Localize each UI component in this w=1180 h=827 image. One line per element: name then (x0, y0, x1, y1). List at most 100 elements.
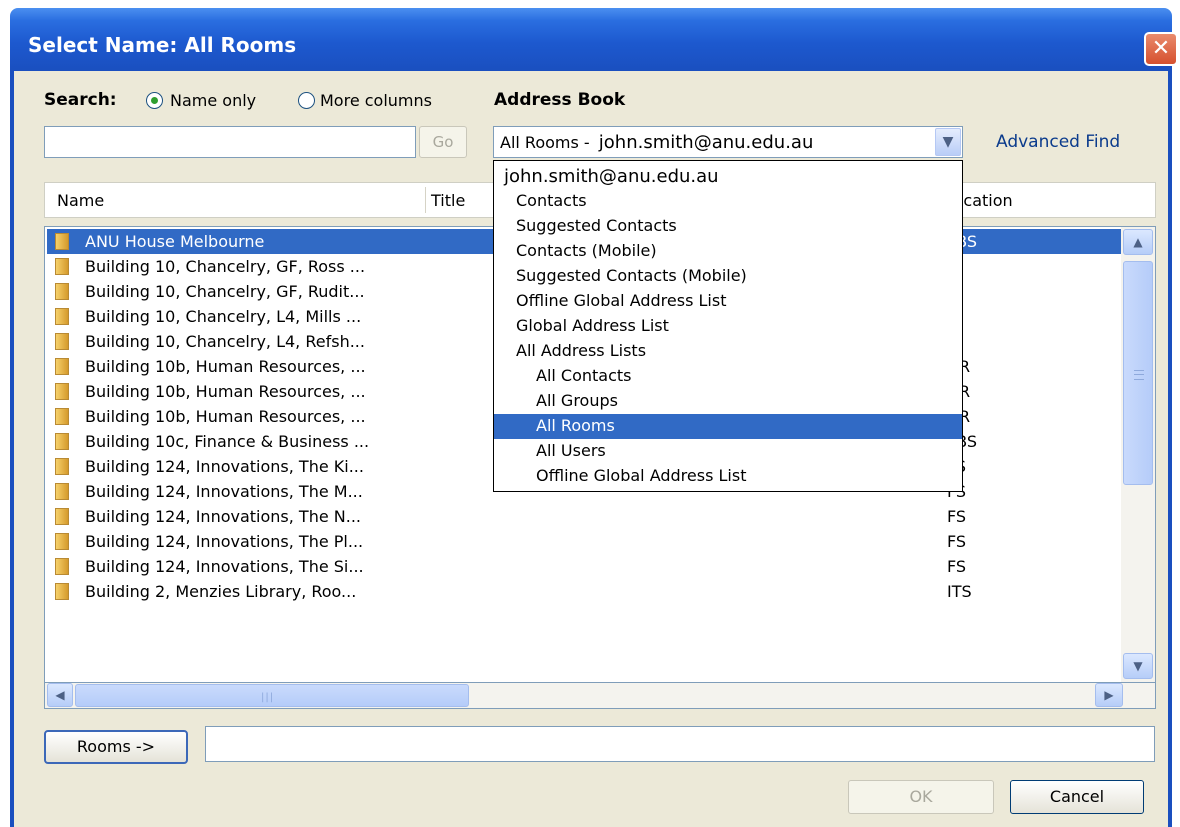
dropdown-item[interactable]: Global Address List (494, 314, 962, 339)
dropdown-item[interactable]: Suggested Contacts (494, 214, 962, 239)
horizontal-scrollbar[interactable]: ◀ ||| ▶ (44, 683, 1156, 709)
arrow-down-icon: ▼ (1133, 659, 1143, 673)
dropdown-account[interactable]: john.smith@anu.edu.au (494, 164, 962, 189)
dropdown-subitem[interactable]: Offline Global Address List (494, 464, 962, 489)
scroll-up-button[interactable]: ▲ (1123, 229, 1153, 255)
dropdown-item-label: Suggested Contacts (Mobile) (516, 266, 747, 285)
row-name: Building 10b, Human Resources, ... (85, 407, 366, 426)
row-name: Building 124, Innovations, The Ki... (85, 457, 364, 476)
room-icon (55, 433, 69, 450)
room-icon (55, 508, 69, 525)
combo-account: john.smith@anu.edu.au (598, 132, 814, 153)
column-name[interactable]: Name (57, 191, 104, 210)
dropdown-item-label: Offline Global Address List (536, 466, 747, 485)
row-name: Building 2, Menzies Library, Roo... (85, 582, 357, 601)
row-location: FS (947, 532, 967, 551)
rooms-button[interactable]: Rooms -> (44, 730, 188, 764)
grip-icon (1134, 370, 1144, 380)
dropdown-account-label: john.smith@anu.edu.au (504, 166, 719, 187)
row-name: Building 10, Chancelry, GF, Rudit... (85, 282, 365, 301)
combo-dropdown-button[interactable]: ▼ (935, 128, 961, 156)
table-row[interactable]: Building 124, Innovations, The Pl... FS (47, 529, 1121, 554)
dropdown-item-label: Offline Global Address List (516, 291, 727, 310)
go-button[interactable]: Go (419, 126, 467, 158)
table-row[interactable]: Building 2, Menzies Library, Roo... ITS (47, 579, 1121, 604)
dropdown-item-label: All Groups (536, 391, 618, 410)
close-button[interactable]: ✕ (1144, 32, 1178, 66)
row-name: Building 10c, Finance & Business ... (85, 432, 370, 451)
grip-icon: ||| (261, 692, 275, 703)
dropdown-subitem[interactable]: All Users (494, 439, 962, 464)
ok-button[interactable]: OK (848, 780, 994, 814)
more-columns-label[interactable]: More columns (320, 91, 432, 110)
vertical-scrollbar[interactable]: ▲ ▼ (1121, 227, 1155, 682)
more-columns-radio[interactable] (298, 92, 315, 109)
room-icon (55, 533, 69, 550)
dropdown-subitem[interactable]: All Contacts (494, 364, 962, 389)
scroll-left-button[interactable]: ◀ (47, 683, 73, 707)
arrow-right-icon: ▶ (1104, 688, 1114, 702)
name-only-radio[interactable] (146, 92, 163, 109)
window-title: Select Name: All Rooms (28, 33, 297, 57)
search-input[interactable] (44, 126, 416, 158)
scroll-down-button[interactable]: ▼ (1123, 653, 1153, 679)
dropdown-item[interactable]: Contacts (Mobile) (494, 239, 962, 264)
row-name: Building 10, Chancelry, L4, Refsh... (85, 332, 365, 351)
column-title[interactable]: Title (431, 191, 465, 210)
select-name-dialog: Select Name: All Rooms ✕ Search: Name on… (0, 0, 1178, 827)
radio-selected-dot (151, 97, 158, 104)
table-row[interactable]: Building 124, Innovations, The Si... FS (47, 554, 1121, 579)
row-name: Building 124, Innovations, The N... (85, 507, 361, 526)
room-icon (55, 233, 69, 250)
advanced-find-link[interactable]: Advanced Find (996, 132, 1120, 152)
scroll-right-button[interactable]: ▶ (1095, 683, 1123, 707)
dropdown-item-label: All Rooms (536, 416, 615, 435)
address-book-dropdown[interactable]: john.smith@anu.edu.au Contacts Suggested… (493, 160, 963, 492)
room-icon (55, 583, 69, 600)
row-location: ITS (947, 582, 972, 601)
row-name: Building 10b, Human Resources, ... (85, 357, 366, 376)
search-label: Search: (44, 90, 117, 110)
row-location: FS (947, 557, 967, 576)
dropdown-item-label: Contacts (Mobile) (516, 241, 657, 260)
room-icon (55, 408, 69, 425)
combo-list-name: All Rooms - (500, 133, 590, 152)
row-name: Building 10b, Human Resources, ... (85, 382, 366, 401)
vertical-scroll-thumb[interactable] (1123, 261, 1153, 485)
row-name: Building 124, Innovations, The Pl... (85, 532, 364, 551)
room-icon (55, 308, 69, 325)
row-name: Building 124, Innovations, The M... (85, 482, 363, 501)
room-icon (55, 358, 69, 375)
arrow-left-icon: ◀ (55, 688, 65, 702)
row-name: ANU House Melbourne (85, 232, 265, 251)
dropdown-item[interactable]: Contacts (494, 189, 962, 214)
name-only-label[interactable]: Name only (170, 91, 256, 110)
close-icon: ✕ (1151, 36, 1171, 61)
title-bar[interactable]: Select Name: All Rooms ✕ (10, 8, 1178, 71)
chevron-down-icon: ▼ (942, 134, 954, 150)
dropdown-item[interactable]: Offline Global Address List (494, 289, 962, 314)
horizontal-scroll-thumb[interactable]: ||| (75, 684, 469, 707)
cancel-button[interactable]: Cancel (1010, 780, 1144, 814)
dropdown-item[interactable]: All Address Lists (494, 339, 962, 364)
row-name: Building 124, Innovations, The Si... (85, 557, 364, 576)
column-divider[interactable] (425, 187, 426, 213)
row-name: Building 10, Chancelry, L4, Mills ... (85, 307, 362, 326)
address-book-combo[interactable]: All Rooms - john.smith@anu.edu.au ▼ (493, 126, 963, 158)
dropdown-subitem[interactable]: All Groups (494, 389, 962, 414)
arrow-up-icon: ▲ (1133, 235, 1143, 249)
grip-line (1134, 374, 1144, 375)
address-book-label: Address Book (494, 90, 626, 110)
room-icon (55, 558, 69, 575)
room-icon (55, 283, 69, 300)
rooms-field[interactable] (205, 726, 1155, 762)
dropdown-subitem-selected[interactable]: All Rooms (494, 414, 962, 439)
table-row[interactable]: Building 124, Innovations, The N... FS (47, 504, 1121, 529)
room-icon (55, 383, 69, 400)
room-icon (55, 458, 69, 475)
dropdown-item-label: All Users (536, 441, 606, 460)
dropdown-item[interactable]: Suggested Contacts (Mobile) (494, 264, 962, 289)
room-icon (55, 483, 69, 500)
row-name: Building 10, Chancelry, GF, Ross ... (85, 257, 366, 276)
room-icon (55, 258, 69, 275)
